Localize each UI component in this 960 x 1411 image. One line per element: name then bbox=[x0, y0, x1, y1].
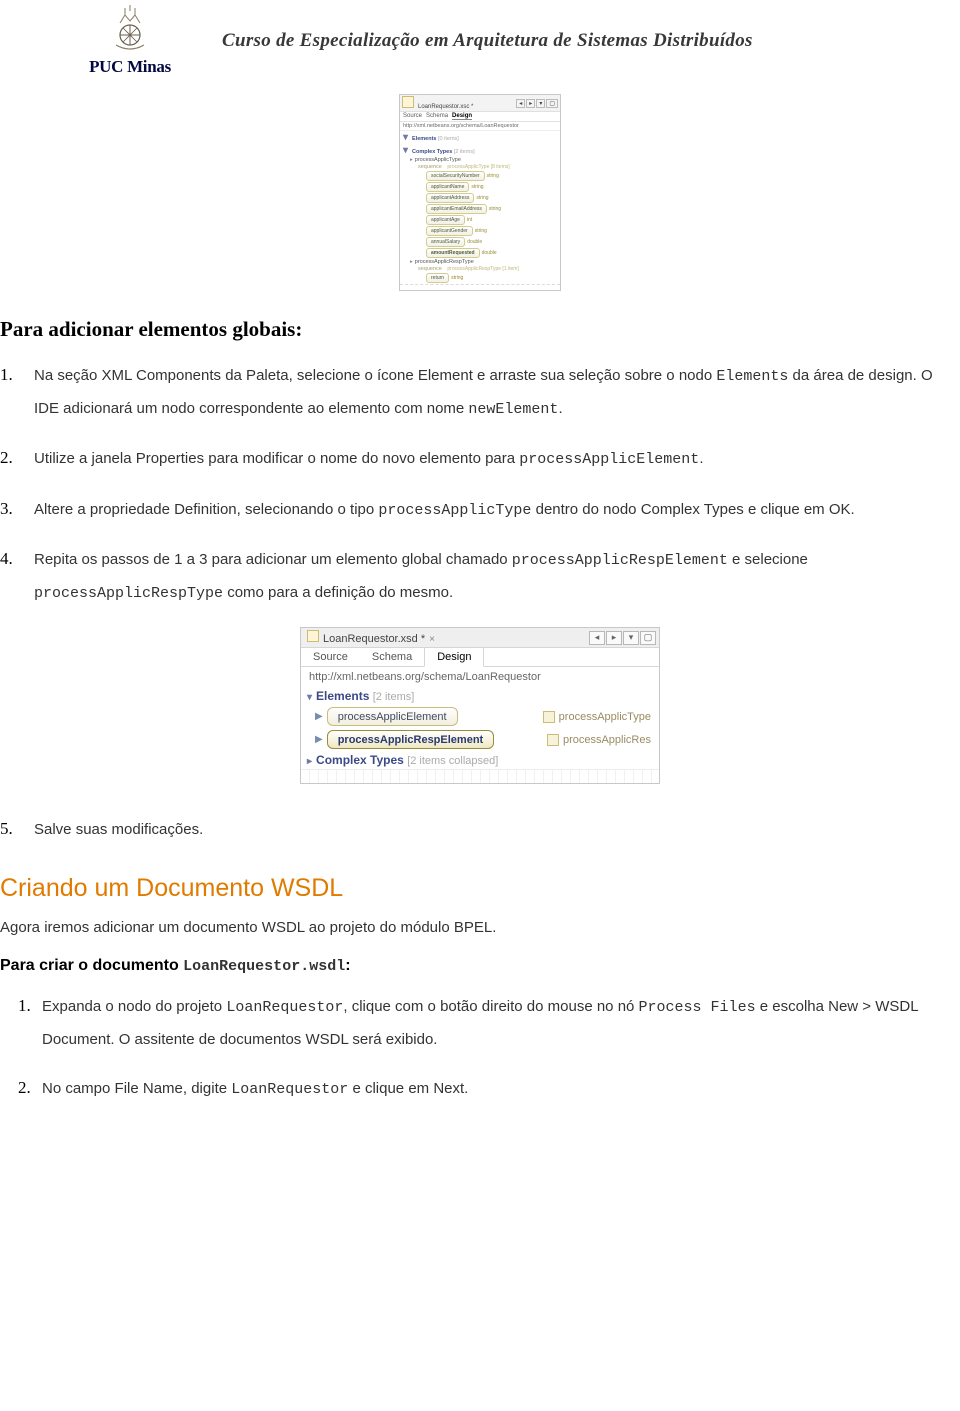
nav-prev-icon[interactable]: ◂ bbox=[516, 99, 525, 108]
step-body: Utilize a janela Properties para modific… bbox=[34, 443, 703, 476]
nav-next-icon[interactable]: ▸ bbox=[526, 99, 535, 108]
field-row[interactable]: applicantEmailAddressstring bbox=[400, 204, 560, 215]
ide-large-filename: LoanRequestor.xsd * bbox=[323, 633, 425, 645]
ide-large-tabs: Source Schema Design bbox=[301, 648, 659, 667]
main-content: Para adicionar elementos globais: 1. Na … bbox=[0, 317, 960, 1164]
step-body: Salve suas modificações. bbox=[34, 814, 203, 846]
ide-large-url: http://xml.netbeans.org/schema/LoanReque… bbox=[301, 667, 659, 687]
element-row[interactable]: ▶ processApplicElement processApplicType bbox=[301, 705, 659, 728]
step-body: Na seção XML Components da Paleta, selec… bbox=[34, 360, 960, 425]
file-icon bbox=[307, 630, 319, 642]
field-row[interactable]: annualSalarydouble bbox=[400, 237, 560, 248]
element-row-selected[interactable]: ▶ processApplicRespElement processApplic… bbox=[301, 728, 659, 751]
complex-type-row[interactable]: ▸ processApplicRespType bbox=[400, 259, 560, 266]
arrow-icon: ▶ bbox=[315, 711, 323, 722]
step-number: 5. bbox=[0, 819, 34, 839]
complex-type-row[interactable]: ▸ processApplicType bbox=[400, 157, 560, 164]
step-number: 3. bbox=[0, 499, 34, 519]
nav-prev-icon[interactable]: ◂ bbox=[589, 631, 605, 645]
type-icon bbox=[543, 711, 555, 723]
steps-list-2: 1. Expanda o nodo do projeto LoanRequest… bbox=[0, 991, 960, 1106]
step-number: 1. bbox=[0, 365, 34, 385]
field-row[interactable]: applicantNamestring bbox=[400, 182, 560, 193]
section-heading: Para adicionar elementos globais: bbox=[0, 317, 960, 342]
nav-next-icon[interactable]: ▸ bbox=[606, 631, 622, 645]
complex-types-section[interactable]: ▾Complex Types [2 items] bbox=[400, 144, 560, 157]
section-heading-orange: Criando um Documento WSDL bbox=[0, 874, 960, 903]
sequence-row: sequence processApplicType [8 items] bbox=[400, 164, 560, 171]
step-body: No campo File Name, digite LoanRequestor… bbox=[42, 1073, 468, 1106]
ide-large-window: LoanRequestor.xsd * × ◂ ▸ ▾ ▢ Source Sche… bbox=[300, 627, 660, 784]
step-body: Repita os passos de 1 a 3 para adicionar… bbox=[34, 544, 960, 609]
elements-section[interactable]: ▾Elements [0 items] bbox=[400, 131, 560, 144]
course-title: Curso de Especialização em Arquitetura d… bbox=[222, 30, 753, 52]
steps-list-1b: 5. Salve suas modificações. bbox=[0, 814, 960, 846]
tab-schschema[interactable]: Schema bbox=[360, 648, 424, 666]
field-row[interactable]: returnstring bbox=[400, 273, 560, 284]
maximize-icon[interactable]: ▢ bbox=[546, 99, 558, 108]
ide-mini-window: LoanRequestor.xsc * ◂ ▸ ▾ ▢ Source Schem… bbox=[399, 94, 561, 291]
tab-design[interactable]: Design bbox=[452, 113, 472, 120]
torn-edge bbox=[301, 769, 659, 783]
tab-schema[interactable]: Schema bbox=[426, 113, 448, 120]
ide-large-titlebar: LoanRequestor.xsd * × ◂ ▸ ▾ ▢ bbox=[301, 628, 659, 648]
step-body: Altere a propriedade Definition, selecio… bbox=[34, 494, 855, 527]
arrow-icon: ▶ bbox=[315, 734, 323, 745]
tab-source[interactable]: Source bbox=[403, 113, 422, 120]
field-row[interactable]: applicantAddressstring bbox=[400, 193, 560, 204]
logo-text: PUC Minas bbox=[89, 57, 171, 77]
chevron-down-icon: ▾ bbox=[403, 145, 408, 156]
elements-section[interactable]: ▾Elements [2 items] bbox=[301, 687, 659, 705]
field-row[interactable]: applicantGenderstring bbox=[400, 226, 560, 237]
complex-types-section[interactable]: ▸Complex Types [2 items collapsed] bbox=[301, 751, 659, 769]
type-icon bbox=[547, 734, 559, 746]
field-row[interactable]: applicantAgeint bbox=[400, 215, 560, 226]
tab-design[interactable]: Design bbox=[424, 648, 484, 667]
puc-logo-icon bbox=[103, 5, 157, 53]
sequence-row: sequence processApplicRespType [1 item] bbox=[400, 266, 560, 273]
dropdown-icon[interactable]: ▾ bbox=[536, 99, 545, 108]
field-row[interactable]: amountRequesteddouble bbox=[400, 248, 560, 259]
chevron-down-icon: ▾ bbox=[403, 132, 408, 143]
torn-edge bbox=[400, 284, 560, 290]
ide-mini-filename: LoanRequestor.xsc * bbox=[418, 104, 473, 110]
step-number: 4. bbox=[0, 549, 34, 569]
step-number: 1. bbox=[0, 996, 42, 1016]
file-icon bbox=[402, 96, 414, 108]
tab-source[interactable]: Source bbox=[301, 648, 360, 666]
ide-mini-url: http://xml.netbeans.org/schema/LoanReque… bbox=[400, 122, 560, 131]
steps-list-1: 1. Na seção XML Components da Paleta, se… bbox=[0, 360, 960, 609]
subsection-heading: Para criar o documento LoanRequestor.wsd… bbox=[0, 957, 960, 975]
chevron-down-icon: ▾ bbox=[307, 692, 312, 703]
intro-paragraph: Agora iremos adicionar um documento WSDL… bbox=[0, 917, 960, 940]
chevron-right-icon: ▸ bbox=[307, 756, 312, 767]
step-body: Expanda o nodo do projeto LoanRequestor,… bbox=[42, 991, 960, 1055]
step-number: 2. bbox=[0, 1078, 42, 1098]
maximize-icon[interactable]: ▢ bbox=[640, 631, 656, 645]
field-row[interactable]: socialSecurityNumberstring bbox=[400, 171, 560, 182]
logo-block: PUC Minas bbox=[70, 5, 190, 77]
ide-mini-titlebar: LoanRequestor.xsc * ◂ ▸ ▾ ▢ bbox=[400, 95, 560, 112]
ide-mini-tabs: Source Schema Design bbox=[400, 112, 560, 122]
close-tab-icon[interactable]: × bbox=[429, 634, 435, 645]
page-header: PUC Minas Curso de Especialização em Arq… bbox=[0, 0, 960, 82]
dropdown-icon[interactable]: ▾ bbox=[623, 631, 639, 645]
step-number: 2. bbox=[0, 448, 34, 468]
